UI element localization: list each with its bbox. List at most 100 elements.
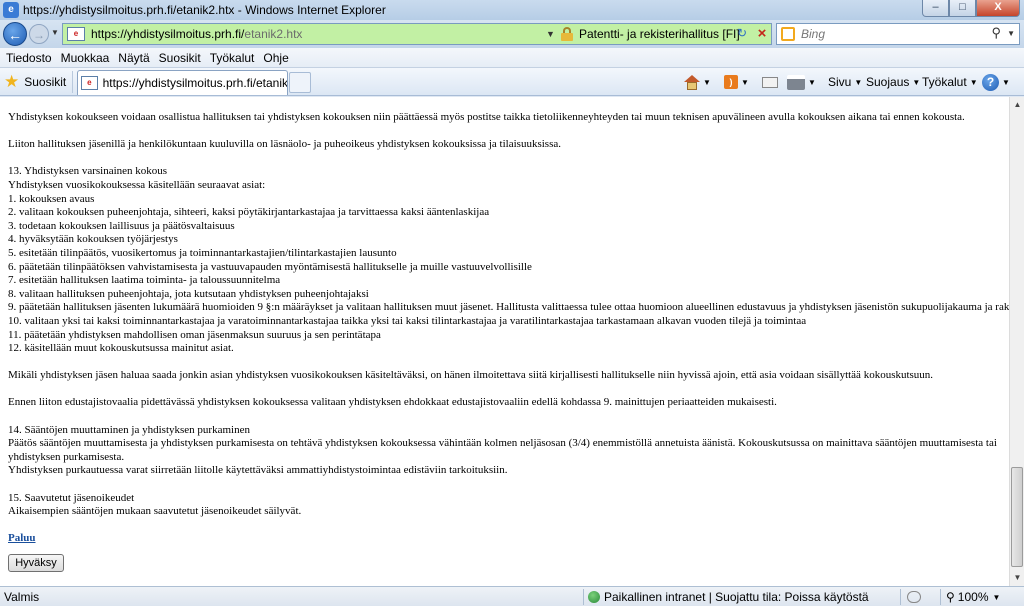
text-line: 7. esitetään hallituksen laatima toimint… — [8, 274, 281, 287]
text-line: 5. esitetään tilinpäätös, vuosikertomus … — [8, 246, 397, 259]
zoom-control[interactable]: ⚲ 100% ▼ — [946, 590, 1000, 604]
minimize-button[interactable]: – — [922, 0, 949, 17]
tools-menu-label: Työkalut — [922, 75, 967, 89]
close-button[interactable]: X — [976, 0, 1020, 17]
tools-menu-button[interactable]: Työkalut ▼ — [922, 72, 978, 92]
zone-label: Paikallinen intranet | Suojattu tila: Po… — [604, 590, 869, 604]
tab-current[interactable]: e https://yhdistysilmoitus.prh.fi/etanik… — [77, 70, 288, 95]
home-icon — [684, 74, 700, 90]
menu-favorites[interactable]: Suosikit — [159, 51, 201, 65]
help-dropdown-icon[interactable]: ▼ — [1002, 78, 1010, 87]
rss-icon: ) — [724, 75, 738, 89]
text-line: 1. kokouksen avaus — [8, 192, 95, 205]
help-button[interactable]: ? ▼ — [982, 72, 1010, 92]
content-paragraph: 14. Sääntöjen muuttaminen ja yhdistyksen… — [8, 424, 1004, 478]
favorites-bar: ★ Suosikit e https://yhdistysilmoitus.pr… — [0, 68, 1024, 96]
scroll-down-icon[interactable]: ▼ — [1010, 570, 1024, 586]
text-line: 10. valitaan yksi tai kaksi toiminnantar… — [8, 314, 807, 327]
page-menu-label: Sivu — [828, 75, 852, 89]
lock-icon[interactable] — [561, 27, 573, 41]
safety-menu-button[interactable]: Suojaus ▼ — [866, 72, 920, 92]
text-line: Päätös sääntöjen muuttamisesta ja yhdist… — [8, 437, 997, 450]
text-line: Yhdistyksen kokoukseen voidaan osallistu… — [8, 111, 965, 123]
safety-menu-label: Suojaus — [866, 75, 910, 89]
text-line: 11. päätetään yhdistyksen mahdollisen om… — [8, 328, 381, 341]
text-line: 12. käsitellään muut kokouskutsussa main… — [8, 342, 234, 355]
search-icon[interactable]: ⚲ — [991, 25, 1001, 41]
scroll-up-icon[interactable]: ▲ — [1010, 97, 1024, 113]
address-row: ← → ▼ e https://yhdistysilmoitus.prh.fi/… — [0, 20, 1024, 48]
content-paragraph: 15. Saavutetut jäsenoikeudet Aikaisempien… — [8, 492, 1004, 519]
protected-mode-icon[interactable] — [907, 591, 921, 603]
new-tab-button[interactable] — [289, 72, 311, 93]
title-bar: e https://yhdistysilmoitus.prh.fi/etanik… — [0, 0, 1024, 20]
text-line: yhdistyksen purkamisesta. — [8, 450, 125, 463]
menu-bar: Tiedosto Muokkaa Näytä Suosikit Työkalut… — [0, 48, 1024, 68]
address-input[interactable]: https://yhdistysilmoitus.prh.fi/etanik2.… — [91, 27, 302, 41]
certificate-label[interactable]: Patentti- ja rekisterihallitus [FI] — [579, 27, 740, 41]
site-favicon-icon: e — [67, 27, 85, 41]
stop-icon[interactable]: × — [753, 25, 771, 43]
content-paragraph: Yhdistyksen kokoukseen voidaan osallistu… — [8, 111, 1004, 125]
home-button[interactable]: ▼ — [684, 72, 711, 92]
forward-button[interactable]: → — [29, 24, 49, 44]
menu-help[interactable]: Ohje — [263, 51, 288, 65]
zoom-level: 100% — [957, 590, 989, 604]
globe-icon — [588, 591, 600, 603]
status-divider — [900, 589, 901, 605]
vertical-scrollbar[interactable]: ▲ ▼ — [1009, 97, 1024, 586]
url-path: etanik2.htx — [244, 27, 303, 41]
mail-button[interactable] — [762, 72, 778, 92]
help-icon: ? — [982, 73, 999, 91]
print-button[interactable]: ▼ — [787, 72, 816, 92]
page-content: Yhdistyksen kokoukseen voidaan osallistu… — [0, 97, 1009, 586]
mail-icon — [762, 76, 778, 88]
address-bar[interactable]: e https://yhdistysilmoitus.prh.fi/etanik… — [62, 23, 772, 45]
back-link[interactable]: Paluu — [8, 532, 1004, 546]
window-controls: – □ X — [922, 0, 1020, 17]
text-line: Mikäli yhdistyksen jäsen haluaa saada jo… — [8, 369, 934, 382]
history-dropdown-icon[interactable]: ▼ — [51, 28, 59, 37]
statute-text: Yhdistyksen kokoukseen voidaan osallistu… — [8, 111, 1009, 572]
status-divider — [583, 589, 584, 605]
favorites-button[interactable]: ★ Suosikit — [4, 71, 74, 93]
magnifier-icon: ⚲ — [946, 590, 955, 604]
window-title: https://yhdistysilmoitus.prh.fi/etanik2.… — [23, 3, 386, 17]
text-line: 13. Yhdistyksen varsinainen kokous — [8, 165, 168, 178]
menu-view[interactable]: Näytä — [118, 51, 149, 65]
menu-tools[interactable]: Työkalut — [210, 51, 255, 65]
security-zone[interactable]: Paikallinen intranet | Suojattu tila: Po… — [588, 590, 869, 604]
search-dropdown-icon[interactable]: ▼ — [1007, 29, 1015, 38]
url-host: https://yhdistysilmoitus.prh.fi/ — [91, 27, 245, 41]
search-box[interactable]: Bing ⚲ ▼ — [776, 23, 1020, 45]
maximize-button[interactable]: □ — [949, 0, 976, 17]
print-dropdown-icon[interactable]: ▼ — [808, 78, 816, 87]
scrollbar-thumb[interactable] — [1011, 467, 1023, 567]
text-line: 14. Sääntöjen muuttaminen ja yhdistyksen… — [8, 423, 250, 436]
text-line: Aikaisempien sääntöjen mukaan saavutetut… — [8, 505, 302, 518]
address-dropdown-icon[interactable]: ▼ — [546, 29, 555, 39]
menu-edit[interactable]: Muokkaa — [61, 51, 110, 65]
accept-button[interactable]: Hyväksy — [8, 554, 64, 572]
printer-icon — [787, 74, 805, 90]
star-icon: ★ — [4, 72, 20, 91]
refresh-icon[interactable]: ↻ — [733, 26, 751, 42]
content-paragraph: Ennen liiton edustajistovaalia pidettävä… — [8, 396, 1004, 410]
chevron-down-icon: ▼ — [854, 77, 863, 87]
text-line: 8. valitaan hallituksen puheenjohtaja, j… — [8, 287, 369, 300]
content-paragraph: Liiton hallituksen jäsenillä ja henkilök… — [8, 138, 1004, 152]
search-input[interactable]: Bing — [801, 27, 825, 41]
ie-logo-icon: e — [3, 2, 19, 18]
zoom-dropdown-icon[interactable]: ▼ — [993, 593, 1001, 602]
text-line: Liiton hallituksen jäsenillä ja henkilök… — [8, 138, 561, 151]
home-dropdown-icon[interactable]: ▼ — [703, 78, 711, 87]
bing-icon — [781, 27, 795, 41]
menu-file[interactable]: Tiedosto — [6, 51, 52, 65]
text-line: 15. Saavutetut jäsenoikeudet — [8, 491, 135, 504]
page-menu-button[interactable]: Sivu ▼ — [828, 72, 862, 92]
status-divider — [940, 589, 941, 605]
feeds-button[interactable]: ) ▼ — [724, 72, 749, 92]
feeds-dropdown-icon[interactable]: ▼ — [741, 78, 749, 87]
back-button[interactable]: ← — [3, 22, 27, 46]
content-paragraph: 13. Yhdistyksen varsinainen kokous Yhdist… — [8, 165, 1009, 355]
